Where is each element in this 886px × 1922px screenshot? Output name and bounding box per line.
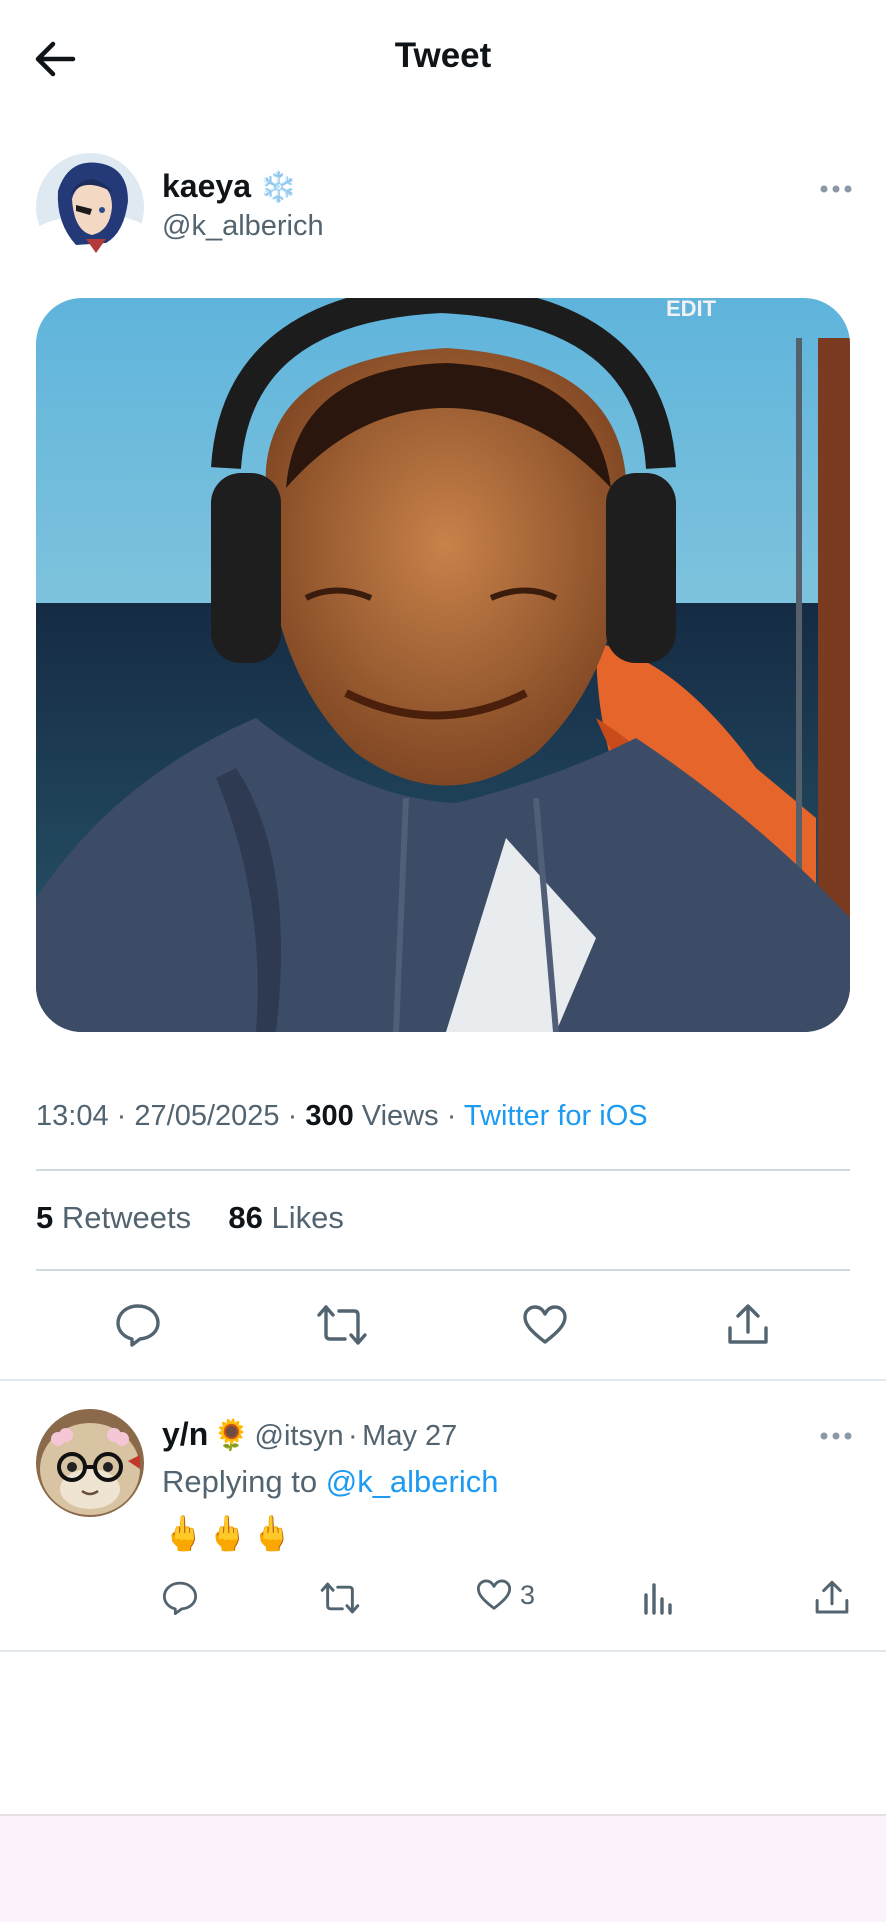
- meta-separator: ·: [116, 1100, 127, 1132]
- likes-stat[interactable]: 86 Likes: [228, 1200, 343, 1235]
- reply-share-button[interactable]: [804, 1570, 860, 1626]
- comment-icon: [116, 1304, 160, 1347]
- reply-header: y/n 🌻 @itsyn · May 27: [162, 1416, 457, 1453]
- meta-separator: ·: [348, 1420, 358, 1452]
- tweet-metadata: 13:04 · 27/05/2025 · 300 Views · Twitter…: [36, 1100, 648, 1133]
- views-count: 300: [305, 1100, 354, 1132]
- like-button[interactable]: [517, 1297, 573, 1353]
- tweet-stats: 5 Retweets 86 Likes: [36, 1200, 344, 1236]
- top-bar: Tweet: [0, 0, 886, 118]
- meta-separator: ·: [287, 1100, 298, 1132]
- divider: [0, 1379, 886, 1381]
- share-icon: [815, 1580, 849, 1614]
- more-horizontal-icon: [820, 1432, 852, 1440]
- snowflake-badge-icon: ❄️: [259, 171, 298, 204]
- reply-reply-button[interactable]: [152, 1570, 208, 1626]
- more-options-button[interactable]: [816, 174, 856, 204]
- retweets-stat[interactable]: 5 Retweets: [36, 1200, 191, 1235]
- back-button[interactable]: [30, 34, 80, 84]
- arrow-left-icon: [35, 41, 76, 77]
- share-button[interactable]: [720, 1297, 776, 1353]
- replying-to-line: Replying to @k_alberich: [162, 1464, 499, 1500]
- author-name: kaeya: [162, 168, 251, 204]
- heart-icon: [523, 1305, 567, 1344]
- tweet-source-link[interactable]: Twitter for iOS: [464, 1100, 648, 1132]
- replying-to-mention[interactable]: @k_alberich: [326, 1464, 499, 1499]
- reply-date: May 27: [362, 1420, 458, 1452]
- reply-analytics-button[interactable]: [630, 1570, 686, 1626]
- page-title: Tweet: [394, 36, 492, 75]
- retweet-icon: [317, 1305, 367, 1345]
- tweet-media-image[interactable]: EDIT: [36, 298, 850, 1032]
- reply-retweet-button[interactable]: [312, 1570, 368, 1626]
- replying-to-label: Replying to: [162, 1464, 318, 1499]
- sunflower-badge-icon: 🌻: [212, 1419, 251, 1452]
- author-name-row: kaeya ❄️: [162, 168, 297, 205]
- tweet-date: 27/05/2025: [134, 1100, 280, 1132]
- views-label: Views: [361, 1100, 439, 1132]
- retweet-button[interactable]: [314, 1297, 370, 1353]
- reply-like-count: 3: [520, 1579, 536, 1610]
- reply-author-name: y/n: [162, 1416, 209, 1452]
- heart-icon: [476, 1579, 512, 1610]
- analytics-bar-icon: [644, 1583, 672, 1615]
- comment-icon: [162, 1581, 198, 1616]
- retweet-icon: [320, 1582, 360, 1614]
- divider: [36, 1269, 850, 1271]
- reply-author-handle[interactable]: @itsyn: [255, 1420, 344, 1452]
- bottom-navigation-bar: [0, 1814, 886, 1922]
- more-horizontal-icon: [820, 185, 852, 193]
- reply-more-options-button[interactable]: [816, 1421, 856, 1451]
- reply-like-button[interactable]: 3: [476, 1578, 535, 1612]
- author-handle[interactable]: @k_alberich: [162, 210, 324, 243]
- divider: [0, 1650, 886, 1652]
- tweet-time: 13:04: [36, 1100, 109, 1132]
- meta-separator: ·: [446, 1100, 457, 1132]
- divider: [36, 1169, 850, 1171]
- retweets-label: Retweets: [61, 1200, 192, 1235]
- likes-label: Likes: [271, 1200, 344, 1235]
- author-avatar[interactable]: [36, 153, 144, 261]
- likes-count: 86: [228, 1200, 263, 1235]
- media-overlay-text: EDIT: [666, 298, 717, 321]
- reply-author-avatar[interactable]: [36, 1409, 144, 1517]
- reply-button[interactable]: [110, 1297, 166, 1353]
- reply-text: 🖕🖕🖕: [162, 1515, 296, 1553]
- retweets-count: 5: [36, 1200, 54, 1235]
- share-icon: [728, 1304, 768, 1344]
